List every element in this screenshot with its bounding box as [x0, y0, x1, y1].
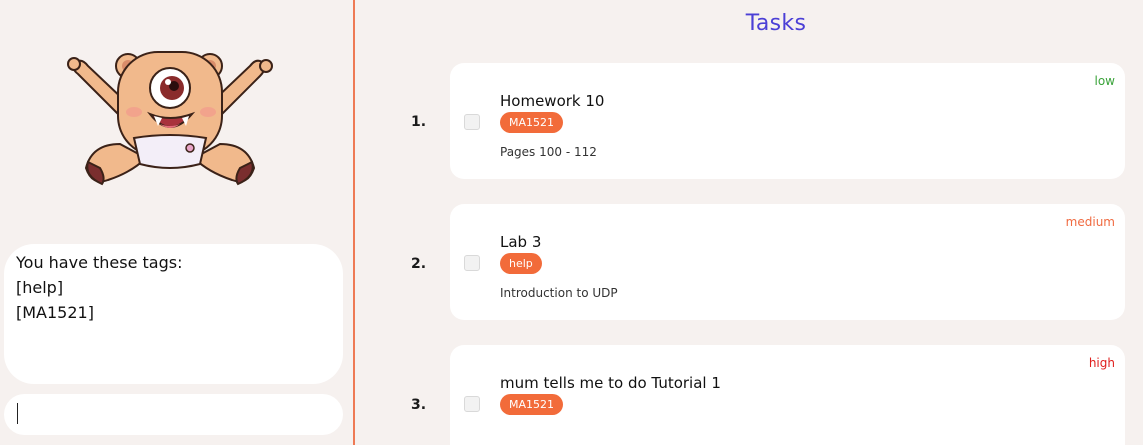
task-card[interactable]: high mum tells me to do Tutorial 1 MA152… — [450, 345, 1125, 445]
result-display: You have these tags: [help] [MA1521] — [4, 244, 343, 384]
task-card[interactable]: low Homework 10 MA1521 Pages 100 - 112 — [450, 63, 1125, 179]
task-name: Homework 10 — [500, 92, 605, 110]
task-index: 2. — [411, 256, 427, 272]
result-line: You have these tags: — [16, 253, 183, 272]
command-box[interactable] — [4, 394, 343, 435]
priority-label: low — [1094, 74, 1116, 88]
command-input[interactable] — [18, 398, 329, 431]
tag-badge: help — [500, 253, 542, 274]
mascot-icon — [67, 51, 273, 186]
result-line: [help] — [16, 278, 64, 297]
task-checkbox[interactable] — [464, 255, 480, 271]
task-name: Lab 3 — [500, 233, 542, 251]
task-checkbox[interactable] — [464, 114, 480, 130]
task-row: 1. low Homework 10 MA1521 Pages 100 - 11… — [355, 63, 1143, 179]
priority-label: high — [1088, 356, 1115, 370]
task-list-panel: Tasks 1. low Homework 10 MA1521 Pages 10… — [355, 0, 1143, 445]
app-window: You have these tags: [help] [MA1521] Tas… — [0, 0, 1143, 445]
page-title: Tasks — [745, 11, 807, 36]
left-pane: You have these tags: [help] [MA1521] — [0, 0, 353, 445]
priority-label: medium — [1065, 215, 1115, 229]
task-row: 2. medium Lab 3 help Introduction to UDP — [355, 204, 1143, 320]
task-card[interactable]: medium Lab 3 help Introduction to UDP — [450, 204, 1125, 320]
tag-badge: MA1521 — [500, 394, 564, 415]
task-index: 3. — [411, 397, 427, 413]
task-name: mum tells me to do Tutorial 1 — [500, 374, 721, 392]
task-description: Pages 100 - 112 — [500, 145, 597, 159]
task-row: 3. high mum tells me to do Tutorial 1 MA… — [355, 345, 1143, 445]
task-index: 1. — [411, 114, 427, 130]
result-line: [MA1521] — [16, 303, 94, 322]
tag-badge: MA1521 — [500, 112, 564, 133]
text-cursor — [17, 403, 18, 424]
task-description: Introduction to UDP — [500, 286, 618, 300]
task-checkbox[interactable] — [464, 396, 480, 412]
